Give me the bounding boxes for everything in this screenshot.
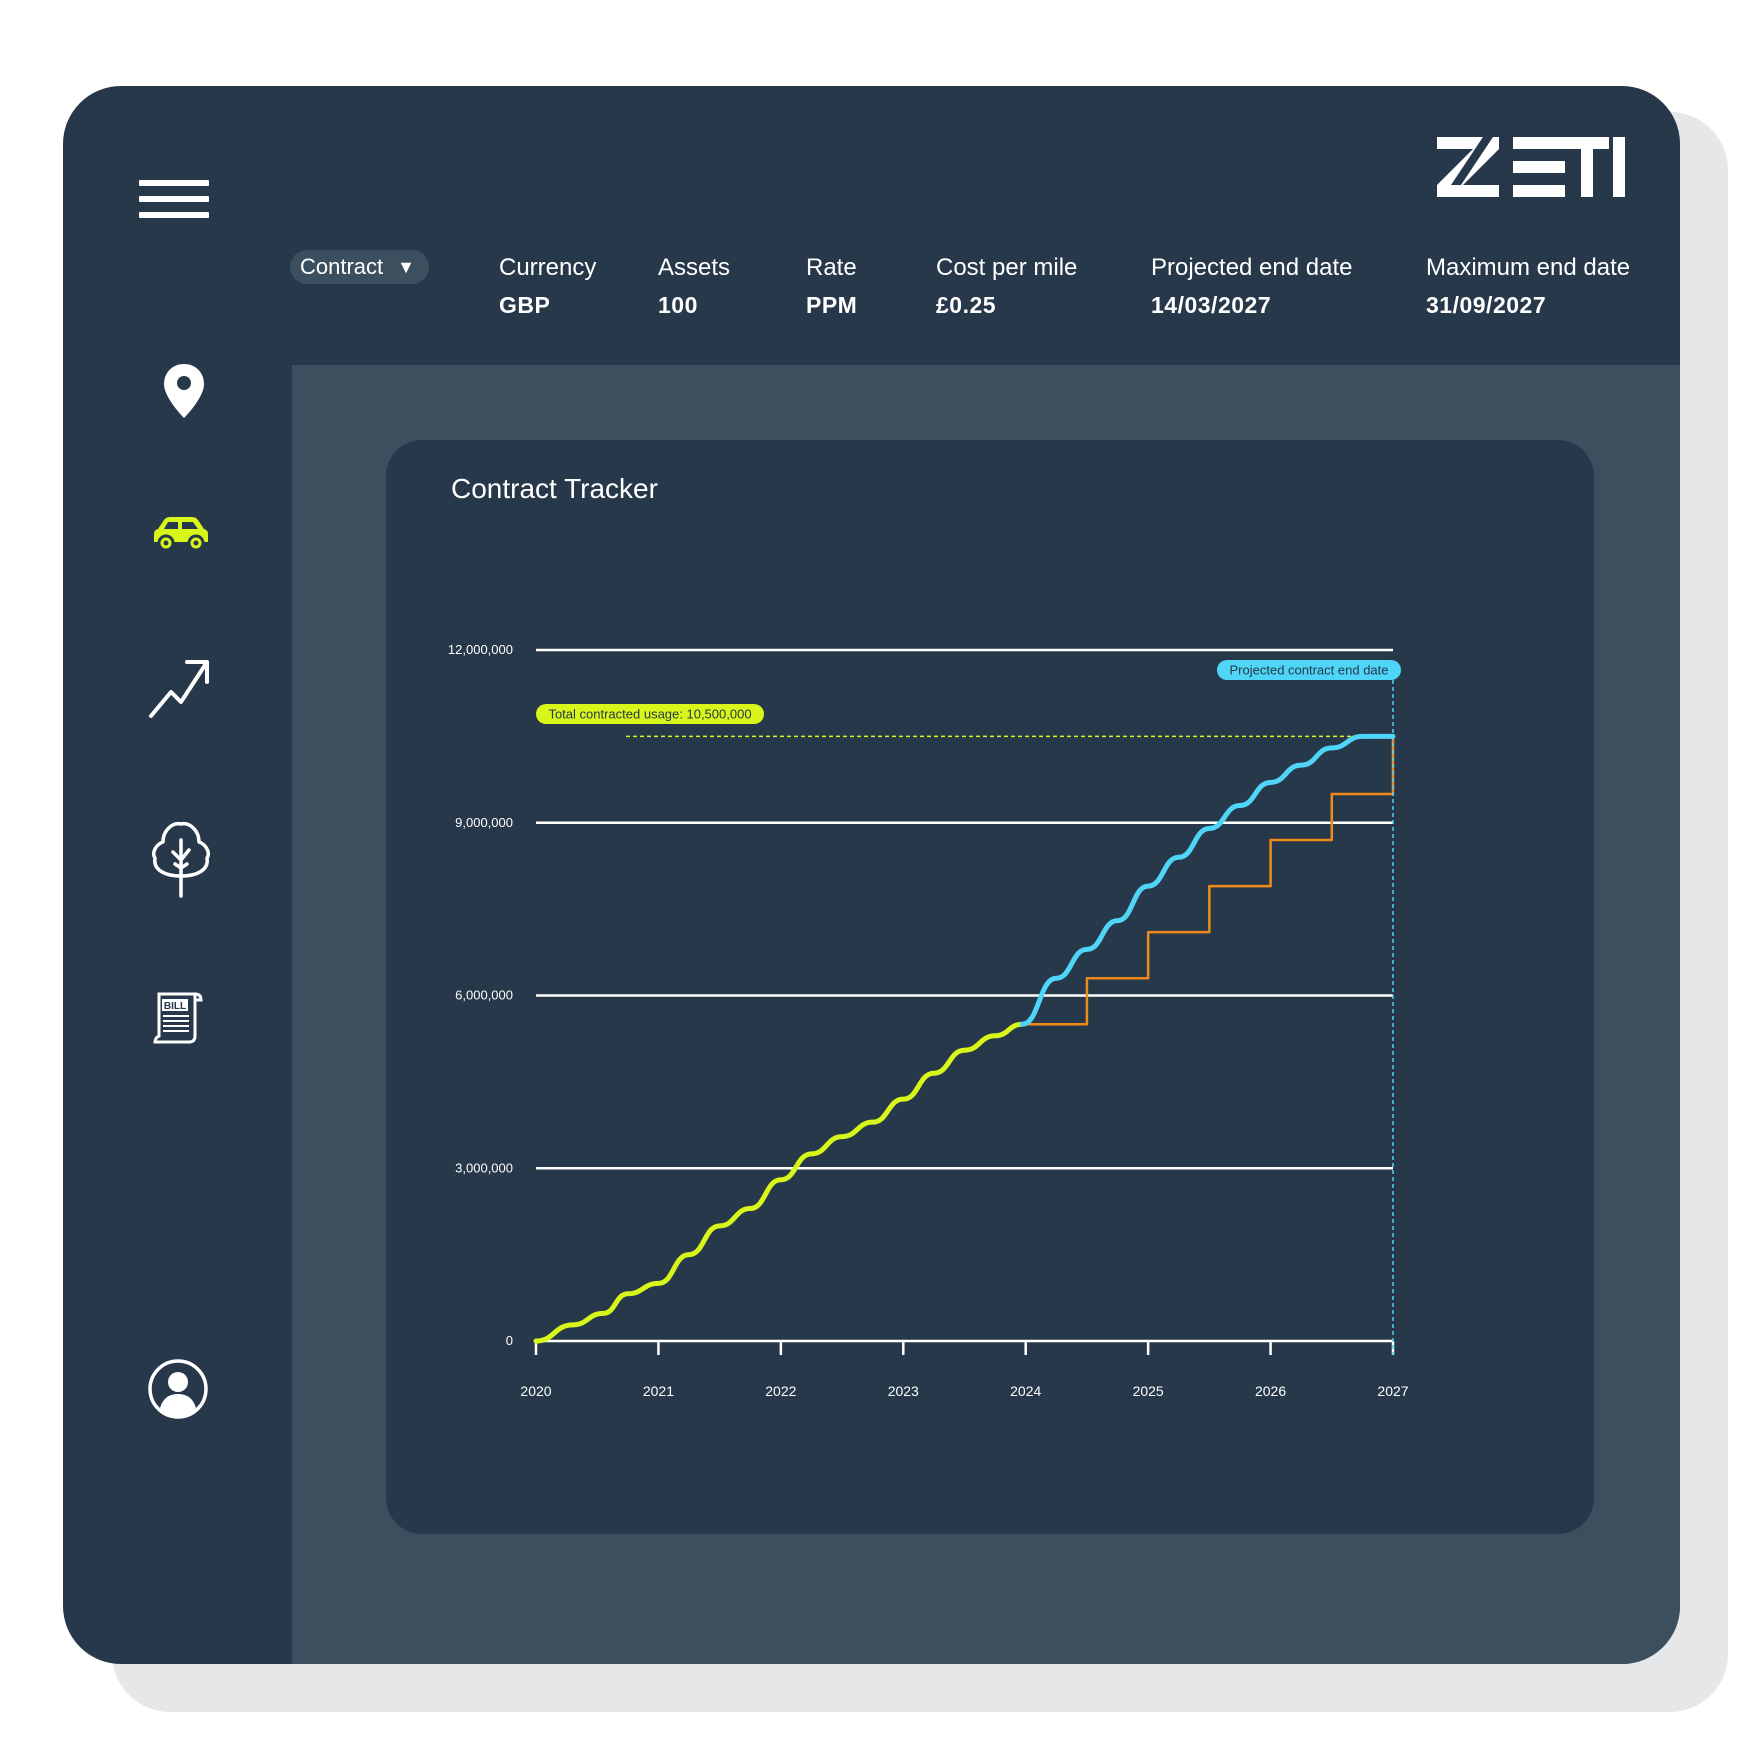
contracted-usage-label-text: Total contracted usage: 10,500,000 <box>548 707 751 722</box>
tree-icon[interactable] <box>149 818 213 898</box>
stat-currency: Currency GBP <box>499 254 596 319</box>
chevron-down-icon: ▼ <box>397 257 415 277</box>
projected-end-date-label: Projected contract end date <box>1217 660 1401 680</box>
actual-usage-line <box>533 1021 1025 1344</box>
y-tick-label: 6,000,000 <box>455 988 513 1003</box>
contracted-usage-label: Total contracted usage: 10,500,000 <box>536 704 764 724</box>
contract-tracker-chart: 0 3,000,000 6,000,000 9,000,000 12,000,000 20… <box>448 642 1409 1399</box>
projected-usage-line <box>1019 733 1396 1027</box>
trend-up-icon[interactable] <box>147 656 211 720</box>
contract-dropdown[interactable]: Contract ▼ <box>290 250 429 284</box>
x-tick-label: 2020 <box>520 1383 551 1399</box>
stat-value: 100 <box>658 292 698 318</box>
stat-value: £0.25 <box>936 292 997 318</box>
stat-label: Projected end date <box>1151 254 1353 281</box>
stat-value: 31/09/2027 <box>1426 292 1547 318</box>
x-tick-label: 2023 <box>888 1383 919 1399</box>
bill-icon-label: BILL <box>164 1001 186 1012</box>
user-icon[interactable] <box>147 1358 209 1420</box>
y-tick-label: 0 <box>506 1333 513 1348</box>
x-tick-label: 2021 <box>643 1383 674 1399</box>
y-tick-label: 12,000,000 <box>448 642 513 657</box>
stat-rate: Rate PPM <box>806 254 857 319</box>
stat-projected-end-date: Projected end date 14/03/2027 <box>1151 254 1352 319</box>
x-tick-label: 2024 <box>1010 1383 1041 1399</box>
stat-cost-per-mile: Cost per mile £0.25 <box>936 254 1077 319</box>
stat-maximum-end-date: Maximum end date 31/09/2027 <box>1426 254 1630 319</box>
stat-label: Assets <box>658 254 731 281</box>
x-tick-label: 2025 <box>1133 1383 1164 1399</box>
hamburger-menu-icon[interactable] <box>139 180 209 224</box>
y-tick-label: 9,000,000 <box>455 815 513 830</box>
step-series-line <box>1024 735 1395 1026</box>
stat-value: 14/03/2027 <box>1151 292 1272 318</box>
stat-label: Currency <box>499 254 597 281</box>
x-tick-label: 2022 <box>765 1383 796 1399</box>
stat-label: Rate <box>806 254 857 281</box>
stat-label: Maximum end date <box>1426 254 1631 281</box>
stat-label: Cost per mile <box>936 254 1078 281</box>
x-tick-label: 2026 <box>1255 1383 1286 1399</box>
contract-tracker-card: Contract Tracker 0 3,000,000 6,000,000 9,00… <box>386 440 1594 1534</box>
contract-dropdown-label: Contract <box>300 254 384 279</box>
projected-end-date-label-text: Projected contract end date <box>1230 663 1389 678</box>
x-tick-label: 2027 <box>1377 1383 1408 1399</box>
stat-value: GBP <box>499 292 551 318</box>
zeti-logo <box>1435 137 1625 197</box>
bill-icon[interactable]: BILL <box>149 988 205 1044</box>
car-icon[interactable] <box>148 514 214 554</box>
stat-value: PPM <box>806 292 858 318</box>
app-window: Contract ▼ Currency GBP Assets 100 Rate … <box>63 86 1680 1664</box>
location-pin-icon[interactable] <box>159 362 209 420</box>
stat-assets: Assets 100 <box>658 254 730 319</box>
y-tick-label: 3,000,000 <box>455 1160 513 1175</box>
